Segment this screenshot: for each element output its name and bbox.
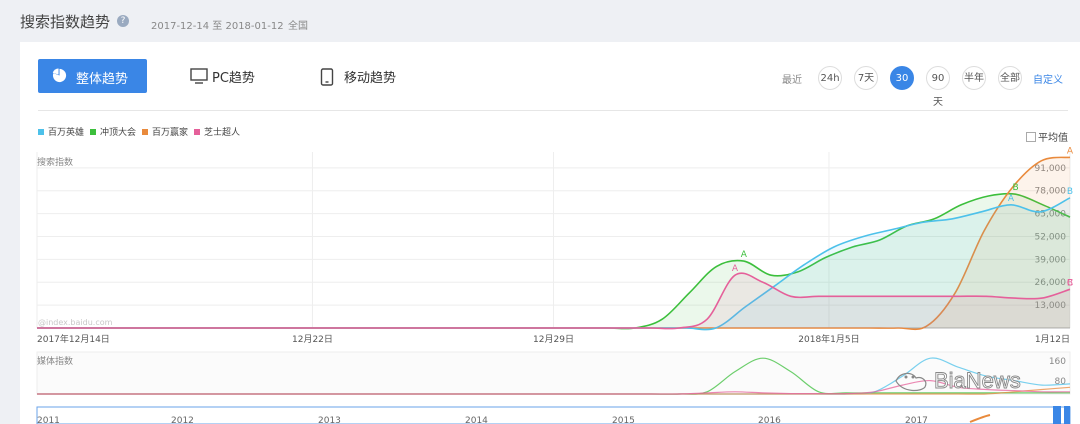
overview-year-label: 2011	[37, 416, 60, 424]
overview-year-label: 2013	[318, 416, 341, 424]
media-panel	[36, 351, 1071, 395]
trend-chart: 搜索指数13,00026,00039,00052,00065,00078,000…	[36, 146, 1074, 424]
overview-year-label: 2015	[612, 416, 635, 424]
overview-year-label: 2014	[465, 416, 488, 424]
annotation-label: B	[1067, 187, 1073, 197]
annotation-label: B	[1013, 183, 1019, 193]
overview-year-label: 2012	[171, 416, 194, 424]
bianews-wordmark: BiaNews	[934, 368, 1021, 393]
overview-handle	[1064, 406, 1070, 424]
annotation-label: C	[1067, 278, 1073, 288]
x-tick-label: 1月12日	[1035, 334, 1070, 345]
annotation-label: A	[1067, 146, 1074, 156]
x-tick-label: 12月22日	[292, 334, 333, 345]
media-y-axis-label: 媒体指数	[37, 355, 73, 367]
overview-year-label: 2016	[758, 416, 781, 424]
x-tick-label: 2018年1月5日	[798, 333, 859, 345]
bianews-icon-eye	[911, 375, 915, 379]
annotation-label: A	[732, 264, 739, 274]
watermark: @index.baidu.com	[38, 318, 113, 327]
media-y-tick-label: 80	[1055, 377, 1067, 387]
y-axis-label: 搜索指数	[37, 156, 73, 168]
annotation-label: A	[1008, 194, 1015, 204]
bianews-icon-eye	[904, 375, 908, 379]
x-tick-label: 12月29日	[533, 334, 574, 345]
x-tick-label: 2017年12月14日	[37, 333, 110, 345]
overview-handle	[1053, 406, 1061, 424]
annotation-label: A	[741, 250, 748, 260]
overview-year-label: 2017	[905, 416, 928, 424]
media-y-tick-label: 160	[1049, 357, 1066, 367]
